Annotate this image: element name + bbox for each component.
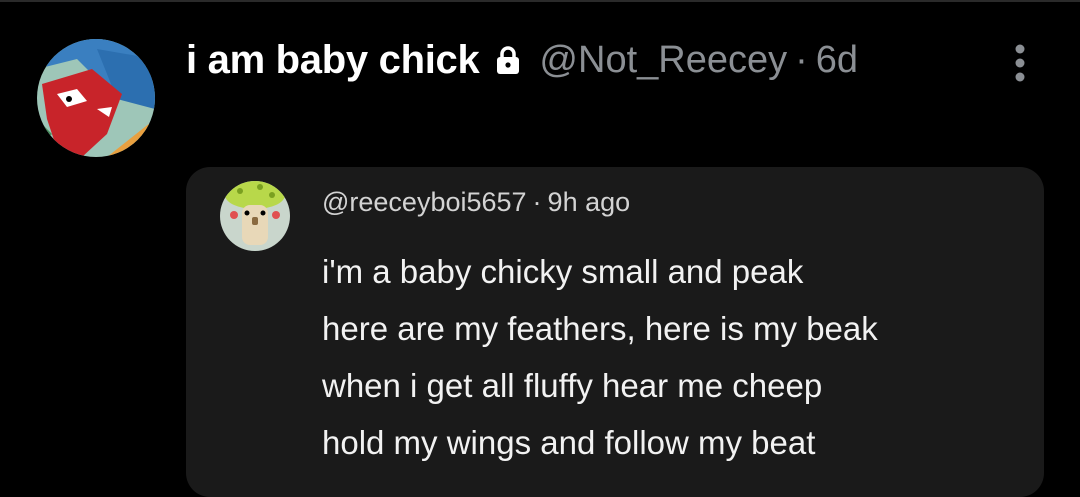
author-handle[interactable]: @Not_Reecey <box>539 39 787 82</box>
quoted-comment-text: i'm a baby chicky small and peak here ar… <box>322 243 878 471</box>
quoted-avatar-image <box>220 181 290 251</box>
quoted-author-handle[interactable]: @reeceyboi5657 <box>322 187 527 217</box>
more-vertical-icon[interactable] <box>1006 42 1034 84</box>
quoted-comment-card[interactable]: @reeceyboi5657 · 9h ago i'm a baby chicky … <box>186 167 1044 497</box>
author-avatar[interactable] <box>37 39 155 157</box>
quoted-comment-header: @reeceyboi5657 · 9h ago <box>322 187 630 218</box>
quoted-comment-line: i'm a baby chicky small and peak <box>322 253 804 290</box>
quoted-author-avatar[interactable] <box>220 181 290 251</box>
separator-dot: · <box>532 187 542 217</box>
display-name[interactable]: i am baby chick <box>186 38 480 83</box>
quoted-comment-timestamp: 9h ago <box>547 187 631 217</box>
quoted-comment-line: here are my feathers, here is my beak <box>322 310 878 347</box>
separator-dot: · <box>795 38 808 81</box>
quoted-comment-line: hold my wings and follow my beat <box>322 424 816 461</box>
quoted-comment-line: when i get all fluffy hear me cheep <box>322 367 823 404</box>
avatar-image <box>37 39 155 157</box>
post-header: i am baby chick @Not_Reecey · 6d <box>186 36 858 84</box>
post-timestamp: 6d <box>815 38 859 81</box>
top-divider <box>0 0 1080 2</box>
lock-icon <box>495 45 521 75</box>
